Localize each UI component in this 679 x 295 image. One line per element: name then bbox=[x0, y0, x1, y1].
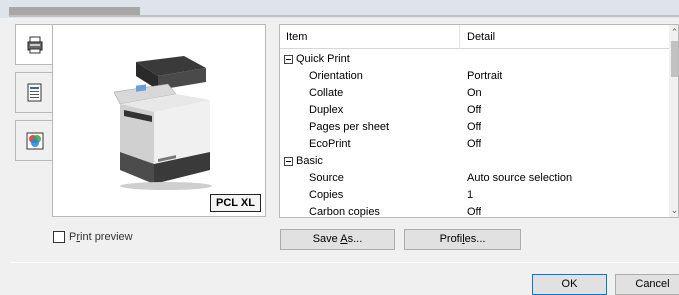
tab-color[interactable] bbox=[15, 120, 53, 161]
grid-detail-cell: Off bbox=[467, 121, 482, 133]
collapse-icon[interactable] bbox=[284, 55, 293, 64]
grid-item-label: EcoPrint bbox=[309, 138, 351, 150]
grid-property-row[interactable]: Orientation Portrait bbox=[280, 68, 669, 85]
grid-item-cell: Duplex bbox=[280, 102, 460, 119]
print-preview-option[interactable]: Print preview bbox=[53, 231, 133, 243]
tab-page-layout[interactable] bbox=[15, 72, 53, 113]
print-preview-label[interactable]: Print preview bbox=[69, 231, 133, 243]
grid-group-row[interactable]: Basic bbox=[280, 153, 669, 170]
grid-rows: Quick Print Orientation Portrait Collate On D… bbox=[280, 51, 669, 218]
column-header-item[interactable]: Item bbox=[280, 25, 460, 49]
grid-property-row[interactable]: Pages per sheet Off bbox=[280, 119, 669, 136]
grid-item-label: Copies bbox=[309, 189, 344, 201]
grid-item-cell: Orientation bbox=[280, 68, 460, 85]
grid-item-cell: Quick Print bbox=[280, 51, 460, 68]
ok-button[interactable]: OK bbox=[532, 274, 607, 295]
top-tab-divider bbox=[9, 15, 679, 17]
printer-settings-icon bbox=[27, 36, 43, 54]
grid-detail-cell: Portrait bbox=[467, 70, 503, 82]
vertical-scrollbar[interactable]: ⌃ ⌄ bbox=[669, 25, 678, 217]
grid-detail-cell: On bbox=[467, 87, 482, 99]
column-header-detail[interactable]: Detail bbox=[461, 25, 669, 49]
grid-detail-cell: Off bbox=[467, 206, 482, 218]
grid-header: Item Detail bbox=[280, 25, 669, 49]
settings-grid[interactable]: Item Detail Quick Print Orientation Portra… bbox=[279, 24, 679, 218]
grid-item-label: Basic bbox=[296, 155, 323, 167]
print-preview-checkbox[interactable] bbox=[53, 231, 65, 243]
profiles-button[interactable]: Profiles... bbox=[404, 229, 521, 250]
grid-property-row[interactable]: Source Auto source selection bbox=[280, 170, 669, 187]
grid-item-label: Carbon copies bbox=[309, 206, 380, 218]
grid-item-label: Duplex bbox=[309, 104, 344, 116]
grid-property-row[interactable]: Collate On bbox=[280, 85, 669, 102]
printer-illustration bbox=[106, 52, 216, 195]
grid-item-cell: Pages per sheet bbox=[280, 119, 460, 136]
grid-property-row[interactable]: Carbon copies Off bbox=[280, 204, 669, 218]
printer-preview-pane: PCL XL bbox=[52, 24, 266, 217]
grid-detail-cell: Off bbox=[467, 104, 482, 116]
grid-item-cell: Copies bbox=[280, 187, 460, 204]
grid-property-row[interactable]: Copies 1 bbox=[280, 187, 669, 204]
grid-item-cell: Carbon copies bbox=[280, 204, 460, 218]
dialog-divider bbox=[10, 262, 679, 263]
grid-detail-cell: 1 bbox=[467, 189, 474, 201]
grid-item-label: Pages per sheet bbox=[309, 121, 390, 133]
grid-item-label: Quick Print bbox=[296, 53, 350, 65]
color-icon bbox=[26, 132, 44, 150]
grid-item-cell: Collate bbox=[280, 85, 460, 102]
grid-detail-cell: Off bbox=[467, 138, 482, 150]
tab-printer-settings[interactable] bbox=[15, 24, 54, 65]
grid-item-cell: Source bbox=[280, 170, 460, 187]
cancel-button[interactable]: Cancel bbox=[615, 274, 679, 295]
grid-item-cell: EcoPrint bbox=[280, 136, 460, 153]
grid-property-row[interactable]: Duplex Off bbox=[280, 102, 669, 119]
grid-property-row[interactable]: EcoPrint Off bbox=[280, 136, 669, 153]
grid-item-label: Orientation bbox=[309, 70, 363, 82]
pdl-badge: PCL XL bbox=[210, 194, 261, 212]
save-as-button[interactable]: Save As... bbox=[280, 229, 395, 250]
grid-detail-cell: Auto source selection bbox=[467, 172, 573, 184]
scroll-down-arrow-icon[interactable]: ⌄ bbox=[669, 203, 678, 217]
collapse-icon[interactable] bbox=[284, 157, 293, 166]
grid-item-label: Source bbox=[309, 172, 344, 184]
page-layout-icon bbox=[27, 83, 42, 102]
grid-item-cell: Basic bbox=[280, 153, 460, 170]
scroll-thumb[interactable] bbox=[671, 41, 678, 77]
grid-item-label: Collate bbox=[309, 87, 344, 99]
grid-group-row[interactable]: Quick Print bbox=[280, 51, 669, 68]
scroll-up-arrow-icon[interactable]: ⌃ bbox=[669, 25, 678, 39]
